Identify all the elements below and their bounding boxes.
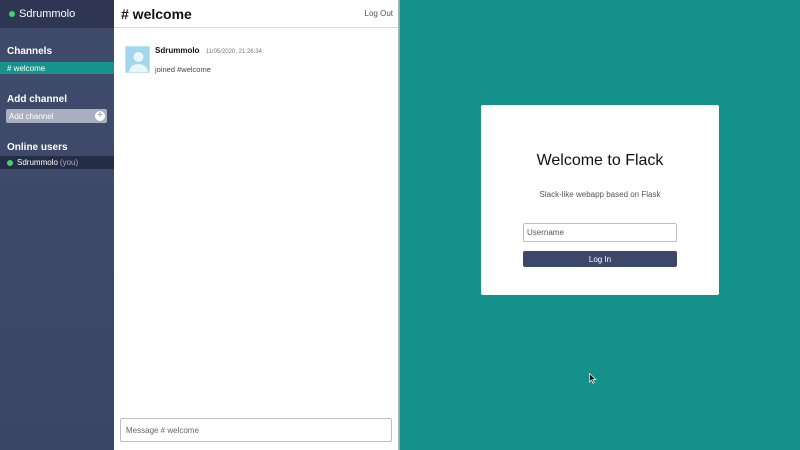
login-card: Welcome to Flack Slack-like webapp based… [481, 105, 719, 295]
chat-app-window: Sdrummolo Channels # welcome Add channel… [0, 0, 400, 450]
message-item: Sdrummolo 11/05/2020, 21:26:34 joined #w… [125, 46, 262, 74]
channel-label: # welcome [7, 63, 46, 73]
message-meta: Sdrummolo 11/05/2020, 21:26:34 [155, 46, 262, 55]
login-page: Welcome to Flack Slack-like webapp based… [400, 0, 800, 450]
add-channel-input[interactable] [9, 111, 91, 121]
message-composer-input[interactable] [120, 418, 392, 442]
add-channel-form: + [6, 109, 107, 123]
username-input[interactable] [523, 223, 677, 242]
add-channel-heading: Add channel [7, 94, 68, 105]
channel-title: # welcome [121, 5, 192, 22]
mouse-cursor-icon [589, 371, 597, 389]
message-body: Sdrummolo 11/05/2020, 21:26:34 joined #w… [155, 46, 262, 74]
online-user-item: Sdrummolo (you) [0, 156, 114, 169]
message-author: Sdrummolo [155, 46, 200, 55]
login-subtitle: Slack-like webapp based on Flask [539, 190, 661, 199]
message-text: joined #welcome [155, 65, 211, 74]
sidebar: Sdrummolo Channels # welcome Add channel… [0, 0, 114, 450]
chat-header: # welcome Log Out [114, 0, 400, 28]
logout-button[interactable]: Log Out [365, 9, 393, 18]
channels-heading: Channels [7, 46, 53, 57]
screen: Sdrummolo Channels # welcome Add channel… [0, 0, 800, 450]
online-user-you-tag: (you) [59, 158, 79, 167]
user-avatar-icon [125, 46, 150, 73]
sidebar-item-channel-welcome[interactable]: # welcome [0, 62, 114, 74]
login-title: Welcome to Flack [536, 152, 664, 169]
plus-icon[interactable]: + [95, 111, 105, 121]
sidebar-user-header: Sdrummolo [0, 0, 114, 28]
online-users-heading: Online users [7, 142, 68, 153]
online-status-icon [9, 11, 15, 17]
chat-main-panel: # welcome Log Out Sdrummolo 11/05/2020, … [114, 0, 400, 450]
message-timestamp: 11/05/2020, 21:26:34 [205, 49, 262, 55]
login-button[interactable]: Log In [523, 251, 677, 267]
online-status-icon [7, 159, 13, 166]
online-user-name: Sdrummolo [17, 158, 58, 167]
current-username: Sdrummolo [19, 8, 76, 20]
